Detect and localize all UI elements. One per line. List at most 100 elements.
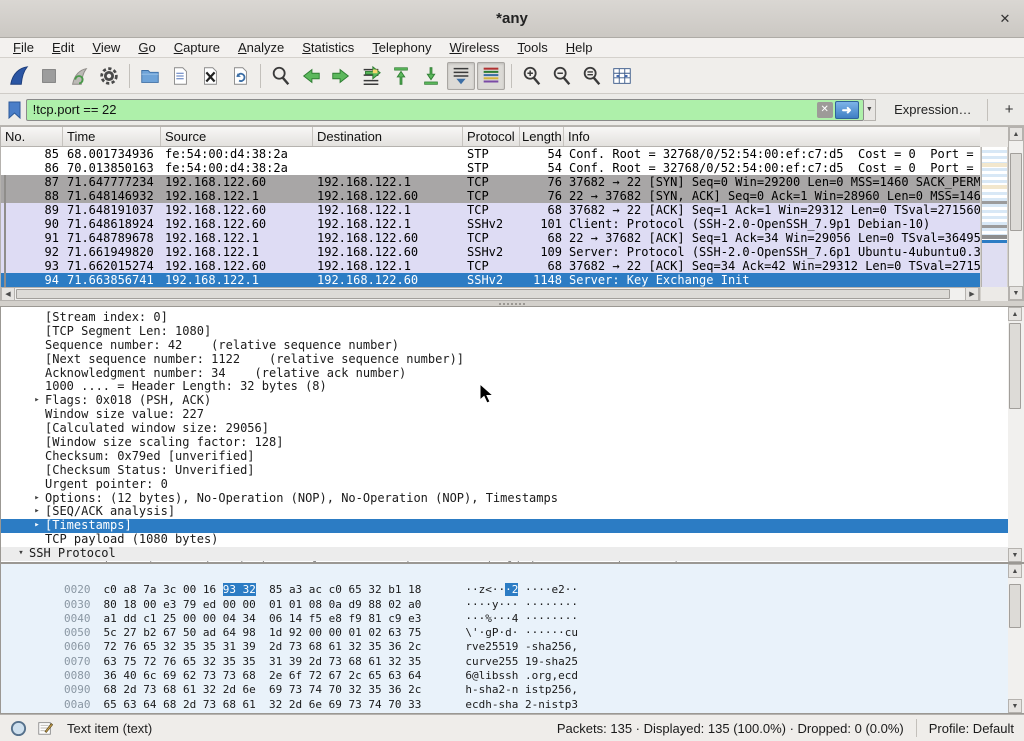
menu-item[interactable]: Wireless xyxy=(441,39,509,56)
scroll-thumb[interactable] xyxy=(1010,153,1022,231)
stop-capture-button[interactable] xyxy=(35,62,63,90)
add-filter-button[interactable]: + xyxy=(1000,100,1018,120)
detail-line[interactable]: Urgent pointer: 0 xyxy=(1,478,1008,492)
reload-file-button[interactable] xyxy=(226,62,254,90)
profile-label[interactable]: Profile: Default xyxy=(929,721,1014,736)
detail-line[interactable]: ▸ [SEQ/ACK analysis] xyxy=(1,505,1008,519)
scroll-right-icon[interactable]: ▶ xyxy=(965,287,979,301)
detail-line[interactable]: 1000 .... = Header Length: 32 bytes (8) xyxy=(1,380,1008,394)
hex-row[interactable]: 0020c0 a8 7a 3c 00 16 93 32 85 a3 ac c0 … xyxy=(11,569,1023,583)
go-to-top-button[interactable] xyxy=(387,62,415,90)
column-header-info[interactable]: Info xyxy=(564,127,980,146)
scroll-up-icon[interactable]: ▲ xyxy=(1008,307,1022,321)
resize-columns-button[interactable] xyxy=(608,62,636,90)
expander-icon[interactable] xyxy=(29,380,45,394)
expander-icon[interactable]: ▸ xyxy=(29,492,45,506)
column-header-time[interactable]: Time xyxy=(63,127,161,146)
scroll-thumb[interactable] xyxy=(1009,323,1021,409)
find-packet-button[interactable] xyxy=(267,62,295,90)
column-header-destination[interactable]: Destination xyxy=(313,127,463,146)
zoom-100-button[interactable] xyxy=(578,62,606,90)
menu-item[interactable]: Tools xyxy=(508,39,556,56)
zoom-in-button[interactable] xyxy=(518,62,546,90)
zoom-out-button[interactable] xyxy=(548,62,576,90)
expander-icon[interactable] xyxy=(29,339,45,353)
menu-item[interactable]: Capture xyxy=(165,39,229,56)
scroll-down-icon[interactable]: ▼ xyxy=(1008,699,1022,713)
menu-item[interactable]: Analyze xyxy=(229,39,293,56)
menu-item[interactable]: View xyxy=(83,39,129,56)
detail-line[interactable]: ▸ Flags: 0x018 (PSH, ACK) xyxy=(1,394,1008,408)
expander-icon[interactable]: ▸ xyxy=(29,394,45,408)
packet-row[interactable]: 86 70.013850163 fe:54:00:d4:38:2a STP 54… xyxy=(1,161,980,175)
detail-line[interactable]: TCP payload (1080 bytes) xyxy=(1,533,1008,547)
menu-item[interactable]: File xyxy=(4,39,43,56)
detail-line[interactable]: Window size value: 227 xyxy=(1,408,1008,422)
packet-row[interactable]: 90 71.648618924 192.168.122.60 192.168.1… xyxy=(1,217,980,231)
detail-line[interactable]: ▸ [Timestamps] xyxy=(1,519,1008,533)
filter-clear-icon[interactable]: ✕ xyxy=(817,102,833,118)
packet-row[interactable]: 91 71.648789678 192.168.122.1 192.168.12… xyxy=(1,231,980,245)
close-icon[interactable]: ✕ xyxy=(996,10,1014,28)
scroll-thumb[interactable] xyxy=(1009,584,1021,628)
scroll-up-icon[interactable]: ▲ xyxy=(1009,127,1023,141)
save-file-button[interactable] xyxy=(166,62,194,90)
detail-line[interactable]: [Stream index: 0] xyxy=(1,311,1008,325)
close-file-button[interactable] xyxy=(196,62,224,90)
packet-row[interactable]: 92 71.661949820 192.168.122.1 192.168.12… xyxy=(1,245,980,259)
detail-line[interactable]: [TCP Segment Len: 1080] xyxy=(1,325,1008,339)
menu-item[interactable]: Help xyxy=(557,39,602,56)
packet-row[interactable]: 93 71.662015274 192.168.122.60 192.168.1… xyxy=(1,259,980,273)
scroll-down-icon[interactable]: ▼ xyxy=(1008,548,1022,562)
expander-icon[interactable]: ▸ xyxy=(29,519,45,533)
column-header-no[interactable]: No. xyxy=(1,127,63,146)
open-file-button[interactable] xyxy=(136,62,164,90)
expander-icon[interactable] xyxy=(29,353,45,367)
detail-line[interactable]: Sequence number: 42 (relative sequence n… xyxy=(1,339,1008,353)
column-header-source[interactable]: Source xyxy=(161,127,313,146)
scroll-down-icon[interactable]: ▼ xyxy=(1009,286,1023,300)
go-to-bottom-button[interactable] xyxy=(417,62,445,90)
expander-icon[interactable] xyxy=(29,311,45,325)
expander-icon[interactable] xyxy=(29,464,45,478)
detail-line[interactable]: [Window size scaling factor: 128] xyxy=(1,436,1008,450)
expander-icon[interactable] xyxy=(29,422,45,436)
expert-info-icon[interactable] xyxy=(10,720,27,737)
packet-list-vscrollbar[interactable]: ▲ ▼ xyxy=(1008,126,1024,301)
detail-line[interactable]: [Calculated window size: 29056] xyxy=(1,422,1008,436)
filter-input[interactable]: !tcp.port == 22 ✕ ➜ xyxy=(26,99,864,121)
expander-icon[interactable] xyxy=(29,450,45,464)
menu-item[interactable]: Go xyxy=(129,39,164,56)
go-forward-button[interactable] xyxy=(327,62,355,90)
filter-dropdown-icon[interactable]: ▼ xyxy=(864,99,876,121)
detail-line[interactable]: ▾ SSH Protocol xyxy=(1,547,1008,561)
capture-options-button[interactable] xyxy=(95,62,123,90)
menu-item[interactable]: Edit xyxy=(43,39,83,56)
go-to-packet-button[interactable] xyxy=(357,62,385,90)
filter-bookmark-button[interactable] xyxy=(6,98,24,122)
expander-icon[interactable] xyxy=(29,325,45,339)
detail-line[interactable]: [Next sequence number: 1122 (relative se… xyxy=(1,353,1008,367)
expression-button[interactable]: Expression… xyxy=(894,102,971,117)
packet-row[interactable]: 94 71.663856741 192.168.122.1 192.168.12… xyxy=(1,273,980,287)
expander-icon[interactable]: ▾ xyxy=(13,547,29,561)
packet-row[interactable]: 89 71.648191037 192.168.122.60 192.168.1… xyxy=(1,203,980,217)
scroll-thumb[interactable] xyxy=(16,289,950,299)
detail-line[interactable]: Acknowledgment number: 34 (relative ack … xyxy=(1,367,1008,381)
detail-line[interactable]: [Checksum Status: Unverified] xyxy=(1,464,1008,478)
hex-vscrollbar[interactable]: ▲ ▼ xyxy=(1008,564,1024,713)
go-back-button[interactable] xyxy=(297,62,325,90)
expander-icon[interactable] xyxy=(29,478,45,492)
expander-icon[interactable]: ▸ xyxy=(29,505,45,519)
column-header-length[interactable]: Length xyxy=(520,127,564,146)
expander-icon[interactable] xyxy=(29,367,45,381)
detail-line[interactable]: ▸ Options: (12 bytes), No-Operation (NOP… xyxy=(1,492,1008,506)
start-capture-button[interactable] xyxy=(5,62,33,90)
menu-item[interactable]: Telephony xyxy=(363,39,440,56)
detail-line[interactable]: Checksum: 0x79ed [unverified] xyxy=(1,450,1008,464)
packet-row[interactable]: 88 71.648146932 192.168.122.1 192.168.12… xyxy=(1,189,980,203)
scroll-up-icon[interactable]: ▲ xyxy=(1008,564,1022,578)
capture-comment-icon[interactable] xyxy=(37,720,53,736)
menu-item[interactable]: Statistics xyxy=(293,39,363,56)
scroll-left-icon[interactable]: ◀ xyxy=(1,287,15,301)
